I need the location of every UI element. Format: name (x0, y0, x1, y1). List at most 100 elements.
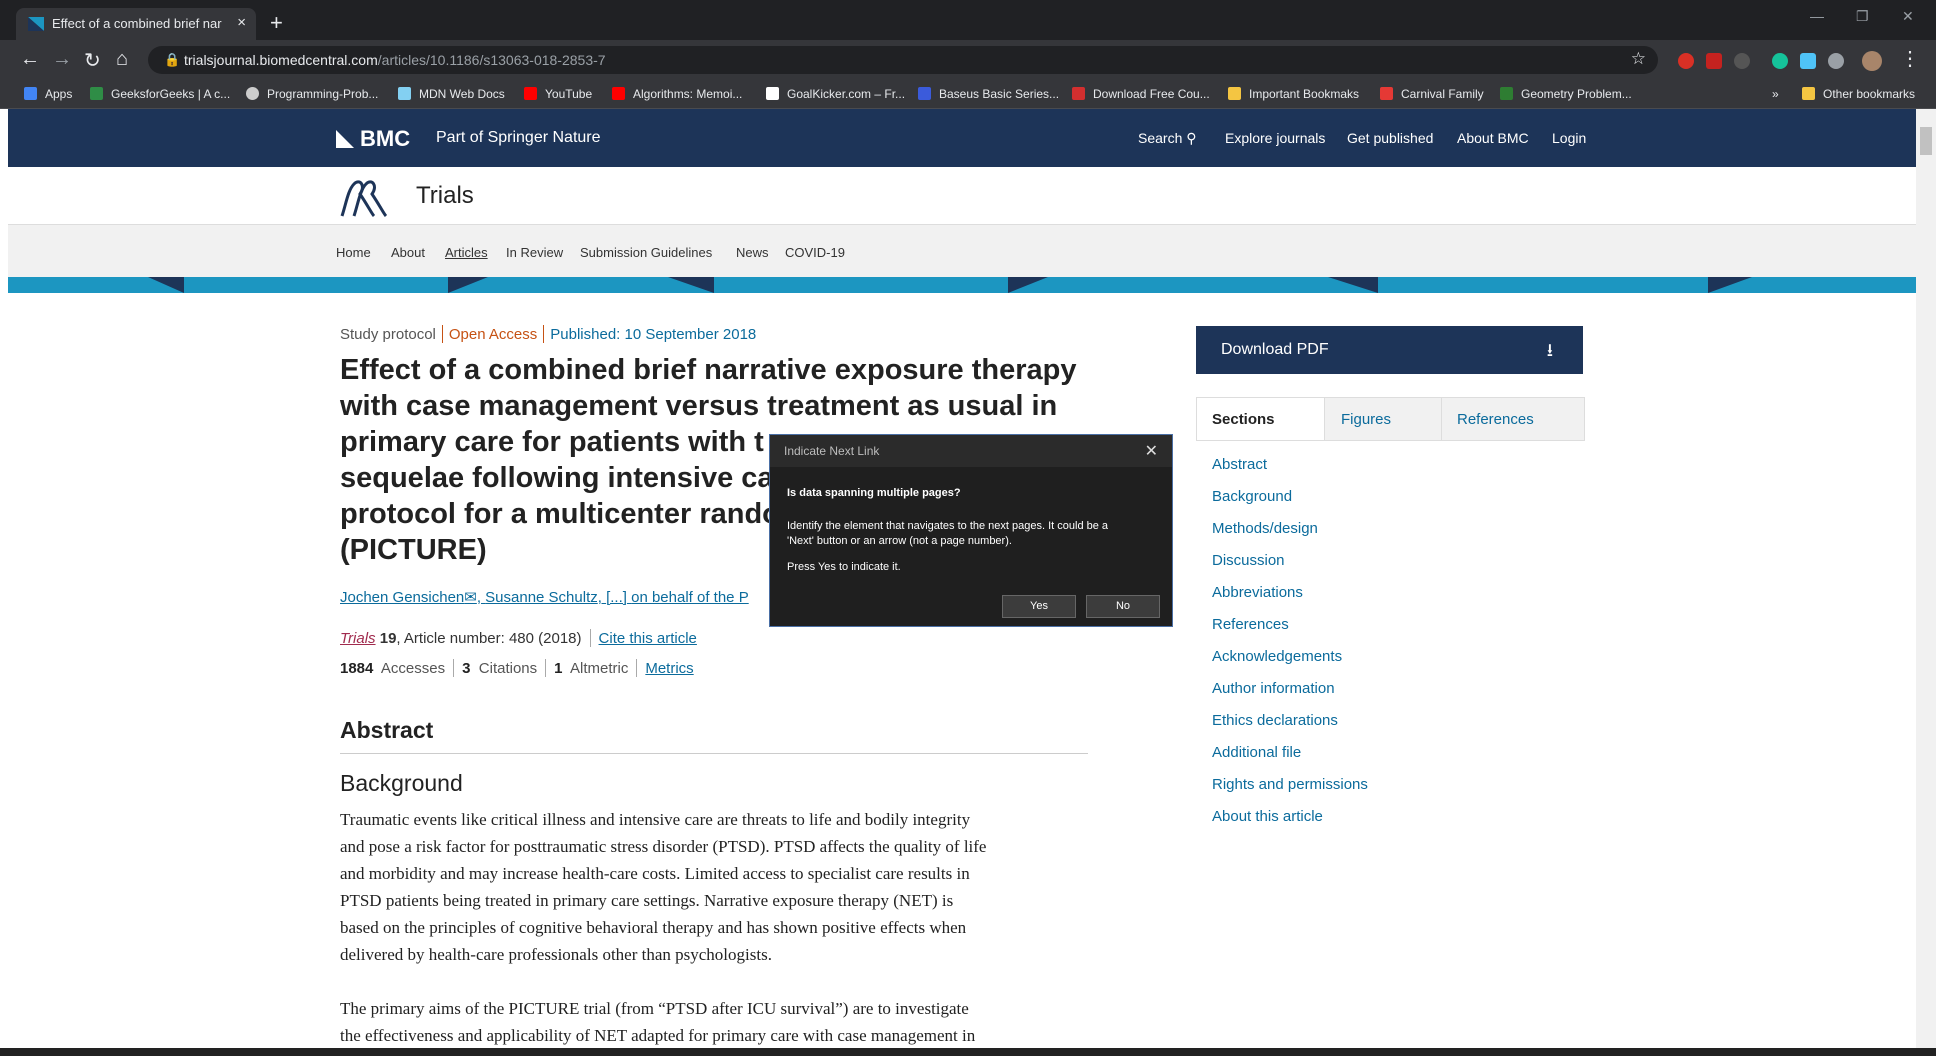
expand-authors-link[interactable]: [...] (606, 589, 627, 606)
subnav-news[interactable]: News (736, 245, 769, 260)
reload-icon[interactable]: ↻ (84, 48, 101, 73)
trials-logo-icon[interactable] (338, 176, 390, 218)
dialog-description: Identify the element that navigates to t… (787, 520, 1109, 547)
section-link-author-info[interactable]: Author information (1212, 680, 1335, 697)
download-pdf-button[interactable]: Download PDF ⭳ (1196, 326, 1583, 374)
bookmark-important[interactable]: Important Bookmaks (1228, 87, 1359, 101)
subnav-covid19[interactable]: COVID-19 (785, 245, 845, 260)
bookmark-carnival[interactable]: Carnival Family (1380, 87, 1484, 101)
open-access-label: Open Access (448, 326, 538, 343)
bookmark-programming[interactable]: Programming-Prob... (246, 87, 378, 101)
altmetric-count: 1 (554, 660, 563, 677)
login-link[interactable]: Login (1552, 130, 1586, 146)
search-icon: ⚲ (1186, 130, 1197, 146)
dialog-body: Is data spanning multiple pages? Identif… (770, 467, 1172, 626)
close-window-icon[interactable]: ✕ (1902, 8, 1914, 25)
subnav-home[interactable]: Home (336, 245, 371, 260)
search-link[interactable]: Search ⚲ (1138, 130, 1197, 147)
scrollbar-thumb[interactable] (1920, 127, 1932, 155)
section-link-additional-file[interactable]: Additional file (1212, 744, 1301, 761)
section-link-abbreviations[interactable]: Abbreviations (1212, 584, 1303, 601)
citation-info: Trials 19, Article number: 480 (2018) Cit… (340, 629, 697, 647)
subnav-about[interactable]: About (391, 245, 425, 260)
section-link-abstract[interactable]: Abstract (1212, 456, 1267, 473)
bookmark-goalkicker[interactable]: GoalKicker.com – Fr... (766, 87, 905, 101)
get-published-link[interactable]: Get published (1347, 130, 1433, 146)
no-button[interactable]: No (1086, 595, 1160, 618)
accesses-label: Accesses (380, 660, 446, 677)
bookmark-apps[interactable]: Apps (24, 87, 72, 101)
journal-ref-link[interactable]: Trials (340, 630, 376, 647)
os-taskbar (0, 1048, 1936, 1056)
new-tab-button[interactable]: + (270, 10, 283, 36)
email-icon[interactable]: ✉ (464, 589, 477, 606)
abstract-paragraph: Traumatic events like critical illness a… (340, 810, 987, 964)
background-heading: Background (340, 770, 463, 796)
divider (545, 659, 547, 677)
section-link-ethics[interactable]: Ethics declarations (1212, 712, 1338, 729)
fco-icon (1072, 87, 1085, 100)
author-link[interactable]: Susanne Schultz (485, 589, 598, 606)
restore-icon[interactable]: ❐ (1856, 8, 1869, 25)
forward-icon[interactable]: → (52, 48, 72, 71)
bookmark-geeksforgeeks[interactable]: GeeksforGeeks | A c... (90, 87, 230, 101)
section-link-background[interactable]: Background (1212, 488, 1292, 505)
article-meta: Study protocol Open Access Published: 10 S… (340, 325, 756, 343)
bookmark-geometry[interactable]: Geometry Problem... (1500, 87, 1632, 101)
explore-journals-link[interactable]: Explore journals (1225, 130, 1325, 146)
subnav-articles[interactable]: Articles (445, 245, 488, 260)
section-link-references[interactable]: References (1212, 616, 1289, 633)
yes-button[interactable]: Yes (1002, 595, 1076, 618)
extension-braces-icon[interactable] (1734, 53, 1750, 69)
address-bar[interactable]: 🔒 trialsjournal.biomedcentral.com/articl… (148, 46, 1658, 74)
bookmarks-overflow[interactable]: » (1772, 87, 1779, 101)
browser-tab[interactable]: Effect of a combined brief narrative exp… (16, 8, 256, 40)
section-link-about[interactable]: About this article (1212, 808, 1323, 825)
extension-red-icon[interactable] (1678, 53, 1694, 69)
bookmark-star-icon[interactable]: ☆ (1631, 49, 1646, 69)
back-icon[interactable]: ← (20, 48, 40, 71)
bmc-logo[interactable]: BMC (336, 126, 410, 152)
geometry-icon (1500, 87, 1513, 100)
bookmark-other[interactable]: Other bookmarks (1802, 87, 1915, 101)
indicate-next-link-dialog: Indicate Next Link ✕ Is data spanning mu… (769, 434, 1173, 627)
article-metrics: 1884 Accesses 3 Citations 1 Altmetric Metri… (340, 659, 694, 677)
stripe-shape (448, 277, 488, 293)
subnav-in-review[interactable]: In Review (506, 245, 563, 260)
bookmarks-bar: Apps GeeksforGeeks | A c... Programming-… (0, 80, 1936, 109)
extensions-puzzle-icon[interactable] (1828, 53, 1844, 69)
adblock-icon[interactable] (1706, 53, 1722, 69)
menu-kebab-icon[interactable]: ⋮ (1900, 46, 1920, 71)
browser-tabstrip: Effect of a combined brief narrative exp… (0, 0, 1936, 40)
page-scrollbar[interactable] (1916, 109, 1936, 1049)
home-icon[interactable]: ⌂ (116, 48, 128, 71)
cite-article-link[interactable]: Cite this article (599, 630, 697, 647)
citations-count: 3 (462, 660, 471, 677)
subnav-submission-guidelines[interactable]: Submission Guidelines (580, 245, 712, 260)
journal-name[interactable]: Trials (416, 182, 474, 210)
bookmark-mdn[interactable]: MDN Web Docs (398, 87, 505, 101)
bookmark-download-free[interactable]: Download Free Cou... (1072, 87, 1210, 101)
section-link-acknowledgements[interactable]: Acknowledgements (1212, 648, 1342, 665)
grammarly-icon[interactable] (1772, 53, 1788, 69)
tab-close-icon[interactable]: × (237, 14, 246, 31)
section-link-discussion[interactable]: Discussion (1212, 552, 1285, 569)
tab-references[interactable]: References (1441, 398, 1585, 440)
profile-avatar[interactable] (1862, 51, 1882, 71)
bookmark-baseus[interactable]: Baseus Basic Series... (918, 87, 1059, 101)
metrics-link[interactable]: Metrics (645, 660, 693, 677)
extension-blue-icon[interactable] (1800, 53, 1816, 69)
minimize-icon[interactable]: — (1810, 8, 1824, 24)
section-link-methods[interactable]: Methods/design (1212, 520, 1318, 537)
dialog-close-icon[interactable]: ✕ (1145, 441, 1158, 461)
about-bmc-link[interactable]: About BMC (1457, 130, 1529, 146)
tab-figures[interactable]: Figures (1324, 398, 1442, 440)
author-link[interactable]: Jochen Gensichen (340, 589, 464, 606)
meta-divider (543, 325, 545, 343)
bookmark-algorithms[interactable]: Algorithms: Memoi... (612, 87, 742, 101)
author-group-link[interactable]: on behalf of the P (631, 589, 749, 606)
section-link-rights[interactable]: Rights and permissions (1212, 776, 1368, 793)
bookmark-youtube[interactable]: YouTube (524, 87, 592, 101)
tab-sections[interactable]: Sections (1197, 398, 1324, 440)
dialog-instruction: Press Yes to indicate it. (787, 561, 901, 573)
